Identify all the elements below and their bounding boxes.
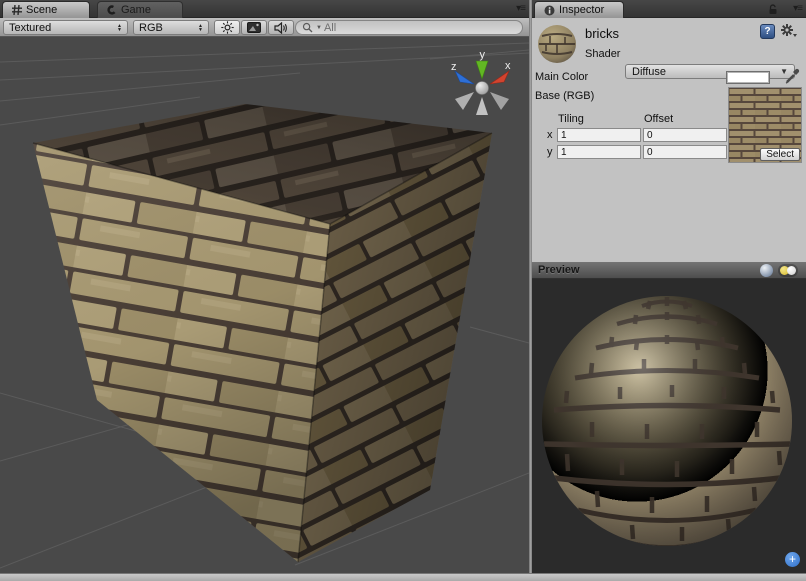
inspector-tabbar: Inspector ▾≡ <box>532 0 806 18</box>
orientation-gizmo[interactable]: y x z <box>451 49 511 115</box>
tab-game[interactable]: Game <box>97 1 183 18</box>
scene-viewport[interactable]: y x z <box>0 37 529 573</box>
audio-toggle-button[interactable] <box>268 20 294 35</box>
base-texture-thumbnail[interactable]: Select <box>728 87 802 163</box>
game-icon <box>107 5 117 15</box>
scene-grid-icon <box>12 5 22 15</box>
preview-panel: Preview <box>532 262 806 573</box>
draw-mode-dropdown[interactable]: Textured ▲▼ <box>3 20 128 35</box>
image-icon <box>247 22 261 33</box>
search-filter-arrow-icon: ▼ <box>316 25 322 31</box>
gizmo-x-cone[interactable] <box>490 71 509 84</box>
tab-inspector[interactable]: Inspector <box>534 1 624 18</box>
speaker-icon <box>274 22 288 34</box>
search-input[interactable] <box>324 22 516 34</box>
scene-search-field[interactable]: ▼ <box>295 20 523 35</box>
gizmo-neg-y-cone[interactable] <box>476 97 488 115</box>
shader-label: Shader <box>585 48 620 60</box>
gizmo-y-cone[interactable] <box>476 61 488 79</box>
lighting-toggle-button[interactable] <box>214 20 240 35</box>
base-rgb-label: Base (RGB) <box>535 90 594 102</box>
offset-x-field[interactable] <box>643 128 727 142</box>
select-texture-button[interactable]: Select <box>760 148 800 161</box>
gizmo-neg-z-cone[interactable] <box>455 92 474 110</box>
tiling-y-field[interactable] <box>557 145 641 159</box>
offset-y-field[interactable] <box>643 145 727 159</box>
color-mode-dropdown[interactable]: RGB ▲▼ <box>133 20 209 35</box>
gizmo-z-cone[interactable] <box>455 71 474 84</box>
gizmo-y-label: y <box>480 49 486 61</box>
gear-icon[interactable] <box>780 23 798 39</box>
gizmo-neg-x-cone[interactable] <box>490 92 509 110</box>
tiling-header: Tiling <box>558 113 584 125</box>
tiling-x-field[interactable] <box>557 128 641 142</box>
scene-toolbar: Textured ▲▼ RGB ▲▼ <box>0 18 529 37</box>
inspector-panel: Inspector ▾≡ bricks <box>532 0 806 262</box>
preview-shape-button[interactable] <box>760 264 773 277</box>
sun-icon <box>221 21 234 34</box>
draw-mode-value: Textured <box>9 22 111 34</box>
tab-scene[interactable]: Scene <box>2 1 90 18</box>
scene-panel: Scene Game ▾≡ Textured ▲▼ RGB ▲▼ <box>0 0 529 573</box>
gizmo-z-label: z <box>451 61 457 73</box>
preview-body[interactable]: + <box>532 279 806 573</box>
gizmo-hub[interactable] <box>476 82 489 95</box>
material-name: bricks <box>585 26 619 41</box>
add-button[interactable]: + <box>785 552 800 567</box>
effects-toggle-button[interactable] <box>241 20 267 35</box>
inspector-body: bricks Shader Diffuse ▼ ? Main Color <box>532 18 806 262</box>
scene-panel-menu-icon[interactable]: ▾≡ <box>503 3 525 15</box>
select-button-label: Select <box>766 149 794 160</box>
color-mode-value: RGB <box>139 22 192 34</box>
offset-header: Offset <box>644 113 673 125</box>
preview-title: Preview <box>538 264 580 276</box>
main-color-label: Main Color <box>535 71 588 83</box>
eyedropper-icon[interactable] <box>784 68 800 85</box>
info-icon <box>544 5 555 16</box>
tab-scene-label: Scene <box>26 4 57 16</box>
scene-tabbar: Scene Game ▾≡ <box>0 0 529 18</box>
lock-icon[interactable] <box>768 4 778 15</box>
brick-cube[interactable] <box>33 104 492 562</box>
help-icon[interactable]: ? <box>760 24 775 39</box>
preview-header[interactable]: Preview <box>532 262 806 279</box>
light-dot-icon <box>787 266 796 275</box>
inspector-panel-menu-icon[interactable]: ▾≡ <box>780 3 802 15</box>
main-color-swatch[interactable] <box>726 71 770 84</box>
window-bottom-strip <box>0 573 806 581</box>
tab-game-label: Game <box>121 4 151 16</box>
updown-arrows-icon: ▲▼ <box>198 24 203 32</box>
preview-lighting-button[interactable] <box>778 264 798 277</box>
material-sphere-icon <box>537 24 577 64</box>
material-preview-sphere <box>532 279 806 573</box>
search-icon <box>302 22 314 34</box>
tab-inspector-label: Inspector <box>559 4 604 16</box>
gizmo-x-label: x <box>505 60 511 72</box>
axis-x-label: x <box>547 129 553 141</box>
updown-arrows-icon: ▲▼ <box>117 24 122 32</box>
axis-y-label: y <box>547 146 553 158</box>
